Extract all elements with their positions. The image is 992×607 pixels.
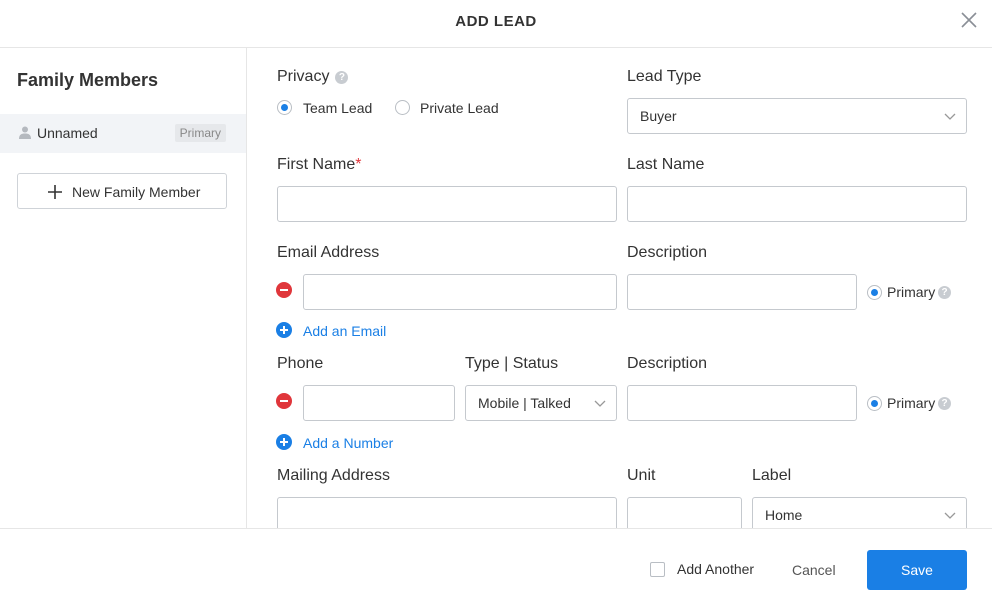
- first-name-input[interactable]: [277, 186, 617, 222]
- modal-title: ADD LEAD: [455, 13, 537, 30]
- lead-type-value: Buyer: [640, 108, 677, 124]
- unit-input[interactable]: [627, 497, 742, 528]
- last-name-input[interactable]: [627, 186, 967, 222]
- lead-type-select[interactable]: Buyer: [627, 98, 967, 134]
- family-members-sidebar: Family Members Unnamed Primary New Famil…: [0, 48, 247, 528]
- primary-badge: Primary: [174, 124, 226, 142]
- email-primary-radio[interactable]: [867, 285, 882, 300]
- phone-primary-label: Primary: [887, 395, 936, 411]
- address-label-label: Label: [752, 467, 792, 484]
- address-label-select[interactable]: Home: [752, 497, 967, 528]
- type-status-value: Mobile | Talked: [478, 395, 571, 411]
- type-status-select[interactable]: Mobile | Talked: [465, 385, 617, 421]
- privacy-label-row: Privacy?: [277, 68, 349, 86]
- add-phone-link[interactable]: Add a Number: [303, 435, 393, 451]
- close-icon[interactable]: [960, 11, 978, 29]
- cancel-button[interactable]: Cancel: [792, 562, 836, 578]
- new-family-member-label: New Family Member: [72, 184, 201, 200]
- phone-input[interactable]: [303, 385, 455, 421]
- plus-icon: [48, 185, 62, 199]
- team-lead-label: Team Lead: [303, 100, 373, 116]
- phone-label: Phone: [277, 355, 324, 372]
- add-phone-icon[interactable]: [276, 434, 292, 450]
- address-label-value: Home: [765, 507, 803, 523]
- family-members-title: Family Members: [17, 70, 159, 90]
- email-input[interactable]: [303, 274, 617, 310]
- chevron-down-icon: [944, 512, 956, 519]
- family-member-name: Unnamed: [37, 125, 98, 141]
- add-another-label: Add Another: [677, 561, 755, 577]
- remove-email-icon[interactable]: [276, 282, 292, 298]
- private-lead-radio[interactable]: [395, 100, 410, 115]
- remove-phone-icon[interactable]: [276, 393, 292, 409]
- help-icon[interactable]: ?: [938, 286, 951, 299]
- person-icon: [19, 126, 31, 139]
- private-lead-label: Private Lead: [420, 100, 499, 116]
- family-member-item[interactable]: Unnamed Primary: [0, 114, 246, 153]
- email-primary-label: Primary: [887, 284, 936, 300]
- modal-footer: Add Another Cancel Save: [0, 528, 992, 607]
- first-name-label: First Name: [277, 156, 356, 173]
- save-button[interactable]: Save: [867, 550, 967, 590]
- phone-primary-radio[interactable]: [867, 396, 882, 411]
- last-name-label: Last Name: [627, 156, 705, 173]
- mailing-address-label: Mailing Address: [277, 467, 390, 484]
- privacy-label: Privacy: [277, 68, 330, 85]
- unit-label: Unit: [627, 467, 656, 484]
- lead-form: Privacy? Team Lead Private Lead Lead Typ…: [248, 48, 992, 528]
- phone-description-label: Description: [627, 355, 708, 372]
- first-name-label-row: First Name*: [277, 156, 361, 174]
- chevron-down-icon: [594, 400, 606, 407]
- lead-type-label: Lead Type: [627, 68, 702, 85]
- email-description-input[interactable]: [627, 274, 857, 310]
- add-another-checkbox[interactable]: [650, 562, 665, 577]
- required-mark: *: [355, 156, 362, 173]
- chevron-down-icon: [944, 113, 956, 120]
- team-lead-radio[interactable]: [277, 100, 292, 115]
- help-icon[interactable]: ?: [335, 71, 349, 84]
- new-family-member-button[interactable]: New Family Member: [17, 173, 227, 209]
- modal-header: ADD LEAD: [0, 0, 992, 48]
- phone-description-input[interactable]: [627, 385, 857, 421]
- email-description-label: Description: [627, 244, 708, 261]
- email-address-label: Email Address: [277, 244, 380, 261]
- mailing-address-input[interactable]: [277, 497, 617, 528]
- type-status-label: Type | Status: [465, 355, 559, 372]
- add-email-link[interactable]: Add an Email: [303, 323, 386, 339]
- help-icon[interactable]: ?: [938, 397, 951, 410]
- add-email-icon[interactable]: [276, 322, 292, 338]
